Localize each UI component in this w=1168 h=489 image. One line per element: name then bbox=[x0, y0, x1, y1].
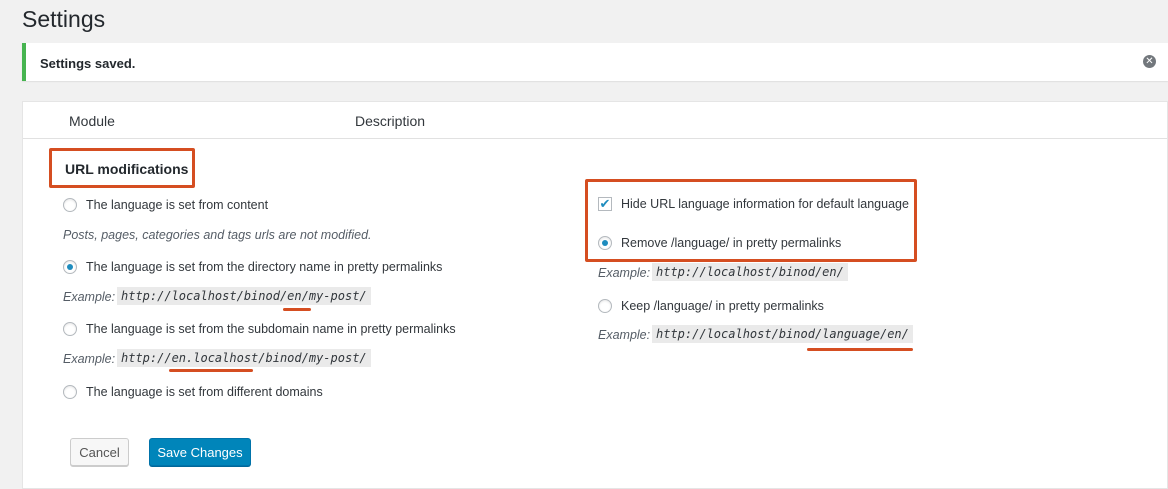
content-description: Posts, pages, categories and tags urls a… bbox=[63, 228, 372, 242]
cancel-button[interactable]: Cancel bbox=[70, 438, 129, 466]
radio-remove-language[interactable] bbox=[598, 236, 612, 250]
option-content-label[interactable]: The language is set from content bbox=[86, 198, 268, 212]
settings-saved-notice: Settings saved. ✕ bbox=[22, 43, 1168, 81]
example-directory-url: http://localhost/binod/en/my-post/ bbox=[117, 287, 371, 305]
column-description: Description bbox=[355, 113, 426, 129]
keep-example-url: http://localhost/binod/language/en/ bbox=[652, 325, 913, 343]
option-subdomain-label[interactable]: The language is set from the subdomain n… bbox=[86, 322, 456, 336]
dismiss-icon[interactable]: ✕ bbox=[1143, 55, 1156, 68]
underline-language bbox=[807, 348, 913, 351]
checkbox-hide-default[interactable]: ✔ bbox=[598, 197, 612, 211]
option-different-domains-label[interactable]: The language is set from different domai… bbox=[86, 385, 323, 399]
radio-content[interactable] bbox=[63, 198, 77, 212]
underline-subdomain bbox=[169, 369, 253, 372]
radio-keep-language[interactable] bbox=[598, 299, 612, 313]
radio-subdomain[interactable] bbox=[63, 322, 77, 336]
example-subdomain-url: http://en.localhost/binod/my-post/ bbox=[117, 349, 371, 367]
section-title: URL modifications bbox=[65, 161, 189, 177]
notice-text: Settings saved. bbox=[40, 56, 136, 71]
column-module: Module bbox=[69, 113, 115, 129]
underline-en bbox=[283, 308, 311, 311]
example-label: Example: bbox=[598, 266, 651, 280]
remove-example-url: http://localhost/binod/en/ bbox=[652, 263, 848, 281]
example-label: Example: bbox=[63, 290, 116, 304]
page-title: Settings bbox=[22, 6, 106, 32]
radio-different-domains[interactable] bbox=[63, 385, 77, 399]
save-changes-button[interactable]: Save Changes bbox=[149, 438, 251, 466]
table-header: Module Description bbox=[23, 102, 1167, 139]
example-label: Example: bbox=[598, 328, 651, 342]
radio-directory[interactable] bbox=[63, 260, 77, 274]
remove-language-label[interactable]: Remove /language/ in pretty permalinks bbox=[621, 236, 841, 250]
option-directory-label[interactable]: The language is set from the directory n… bbox=[86, 260, 442, 274]
hide-default-label[interactable]: Hide URL language information for defaul… bbox=[621, 197, 909, 211]
example-label: Example: bbox=[63, 352, 116, 366]
keep-language-label[interactable]: Keep /language/ in pretty permalinks bbox=[621, 299, 824, 313]
